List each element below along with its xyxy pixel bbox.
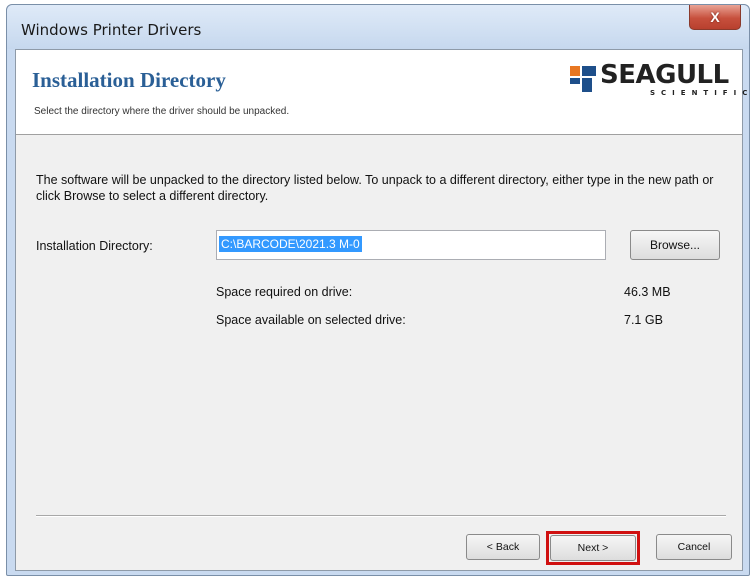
window-title: Windows Printer Drivers (21, 21, 202, 39)
install-dir-value: C:\BARCODE\2021.3 M-0 (219, 236, 362, 252)
close-icon: X (710, 9, 720, 25)
logo-wordmark: SEAGULL (600, 60, 729, 90)
logo-subtext: SCIENTIFIC (650, 89, 753, 97)
space-required-label: Space required on drive: (216, 285, 353, 299)
close-button[interactable]: X (689, 5, 741, 30)
title-bar[interactable]: Windows Printer Drivers X (7, 5, 749, 49)
page-title: Installation Directory (32, 68, 226, 92)
cancel-button[interactable]: Cancel (656, 534, 732, 560)
back-button[interactable]: < Back (466, 534, 540, 560)
seagull-logo: SEAGULL SCIENTIFIC (554, 60, 747, 100)
browse-button[interactable]: Browse... (630, 230, 720, 260)
install-dir-input[interactable]: C:\BARCODE\2021.3 M-0 (216, 230, 606, 260)
seagull-logo-mark-icon (570, 66, 596, 92)
footer-separator (36, 515, 726, 517)
dialog-client-area: Installation Directory Select the direct… (15, 49, 747, 571)
next-button-highlight (546, 531, 640, 565)
page-subtitle: Select the directory where the driver sh… (34, 106, 290, 117)
wizard-header: Installation Directory Select the direct… (16, 50, 747, 135)
instructions-text: The software will be unpacked to the dir… (36, 173, 714, 203)
install-dir-label: Installation Directory: (36, 239, 153, 253)
space-available-label: Space available on selected drive: (216, 313, 406, 327)
installer-window: Windows Printer Drivers X Installation D… (6, 4, 750, 576)
space-available-value: 7.1 GB (624, 313, 663, 327)
space-required-value: 46.3 MB (624, 285, 671, 299)
